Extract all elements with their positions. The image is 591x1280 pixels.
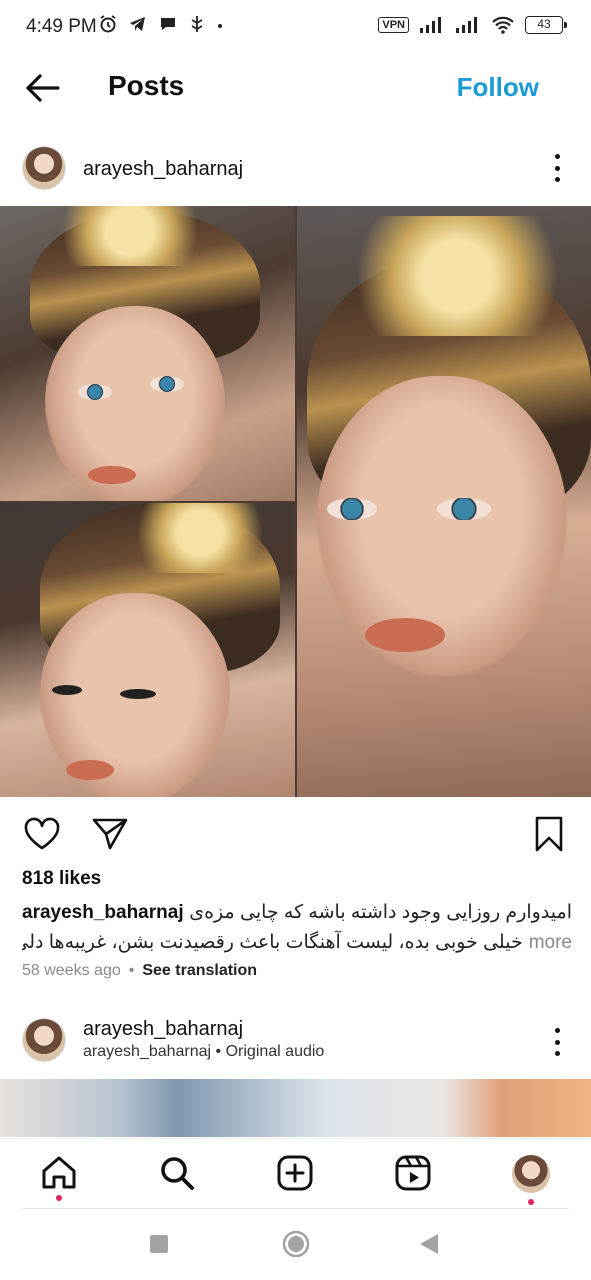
chat-icon (161, 18, 175, 30)
triangle-back-icon (420, 1234, 438, 1254)
post-timestamp: 58 weeks ago (22, 962, 121, 979)
more-options-button[interactable] (553, 154, 561, 182)
arrow-left-icon (26, 74, 60, 102)
heart-icon (24, 817, 60, 850)
caption-text-line-1: امیدوارم روزایی وجود داشته باشه که چایی … (189, 902, 572, 923)
post-username[interactable]: arayesh_baharnaj (83, 1018, 243, 1041)
system-navigation-bar (0, 1210, 591, 1280)
dot-icon (554, 1051, 560, 1056)
recent-apps-button[interactable] (150, 1235, 168, 1253)
top-header: Posts Follow (0, 56, 591, 120)
status-notification-icons (98, 14, 224, 34)
post-header-2: arayesh_baharnaj (0, 1010, 591, 1070)
more-options-button[interactable] (553, 1028, 561, 1056)
bookmark-icon (535, 816, 563, 852)
post-meta: 58 weeks ago • See translation (22, 962, 257, 980)
post-header: arayesh_baharnaj (0, 138, 591, 198)
bottom-nav (0, 1138, 591, 1208)
caption-text-line-2: خیلی خوبی بده، لیست آهنگات باعث رقصیدنت … (22, 932, 523, 953)
dot-icon (554, 1028, 560, 1033)
status-system-icons: VPN 43 (378, 16, 567, 34)
home-icon (42, 1156, 76, 1189)
back-button[interactable] (22, 70, 62, 106)
collage-tile-top-left (0, 206, 295, 501)
paper-plane-icon (92, 818, 128, 850)
search-icon (161, 1157, 194, 1190)
signal-2-icon (456, 17, 477, 33)
nav-reels[interactable] (393, 1153, 433, 1193)
status-bar: 4:49 PM VPN 43 (0, 0, 591, 56)
dot-icon (554, 154, 560, 159)
like-count[interactable]: 818 likes (22, 868, 101, 890)
reels-icon (395, 1155, 431, 1191)
see-translation-link[interactable]: See translation (142, 962, 257, 980)
status-time: 4:49 PM (26, 16, 97, 37)
collage-tile-right (297, 206, 591, 797)
avatar[interactable] (22, 146, 66, 190)
audio-label[interactable]: arayesh_baharnaj • Original audio (83, 1043, 324, 1061)
dot-icon (554, 177, 560, 182)
profile-notification-dot (528, 1199, 534, 1205)
back-system-button[interactable] (418, 1232, 440, 1256)
telegram-icon (130, 17, 145, 31)
plus-square-icon (277, 1155, 313, 1191)
nav-home[interactable] (39, 1153, 79, 1193)
home-system-button[interactable] (282, 1230, 310, 1258)
collage-tile-bottom-left (0, 503, 295, 797)
wifi-icon (492, 16, 514, 34)
app-notification-icon (191, 16, 203, 32)
circle-home-icon (282, 1230, 310, 1258)
battery-icon: 43 (525, 16, 567, 34)
home-notification-dot (56, 1195, 62, 1201)
caption-username[interactable]: arayesh_baharnaj (22, 898, 184, 928)
dot-icon (554, 1039, 560, 1045)
more-notifications-dot-icon (218, 24, 222, 28)
post-image-2[interactable] (0, 1079, 591, 1137)
system-divider (22, 1208, 569, 1209)
like-button[interactable] (22, 814, 62, 854)
post-caption: arayesh_baharnaj امیدوارم روزایی وجود دا… (22, 898, 572, 958)
share-button[interactable] (90, 814, 130, 854)
nav-profile-avatar[interactable] (512, 1155, 550, 1193)
meta-separator: • (128, 962, 135, 979)
vpn-badge: VPN (378, 17, 409, 33)
alarm-icon (100, 15, 116, 33)
caption-more-link[interactable]: more (529, 928, 572, 958)
follow-button[interactable]: Follow (457, 72, 539, 103)
signal-icon (420, 17, 441, 33)
post-image[interactable] (0, 206, 591, 797)
nav-search[interactable] (157, 1153, 197, 1193)
page-title: Posts (108, 70, 185, 101)
post-action-bar (0, 808, 591, 856)
nav-create[interactable] (275, 1153, 315, 1193)
save-button[interactable] (530, 814, 570, 854)
post-username[interactable]: arayesh_baharnaj (83, 158, 243, 181)
avatar[interactable] (22, 1018, 66, 1062)
dot-icon (554, 165, 560, 171)
